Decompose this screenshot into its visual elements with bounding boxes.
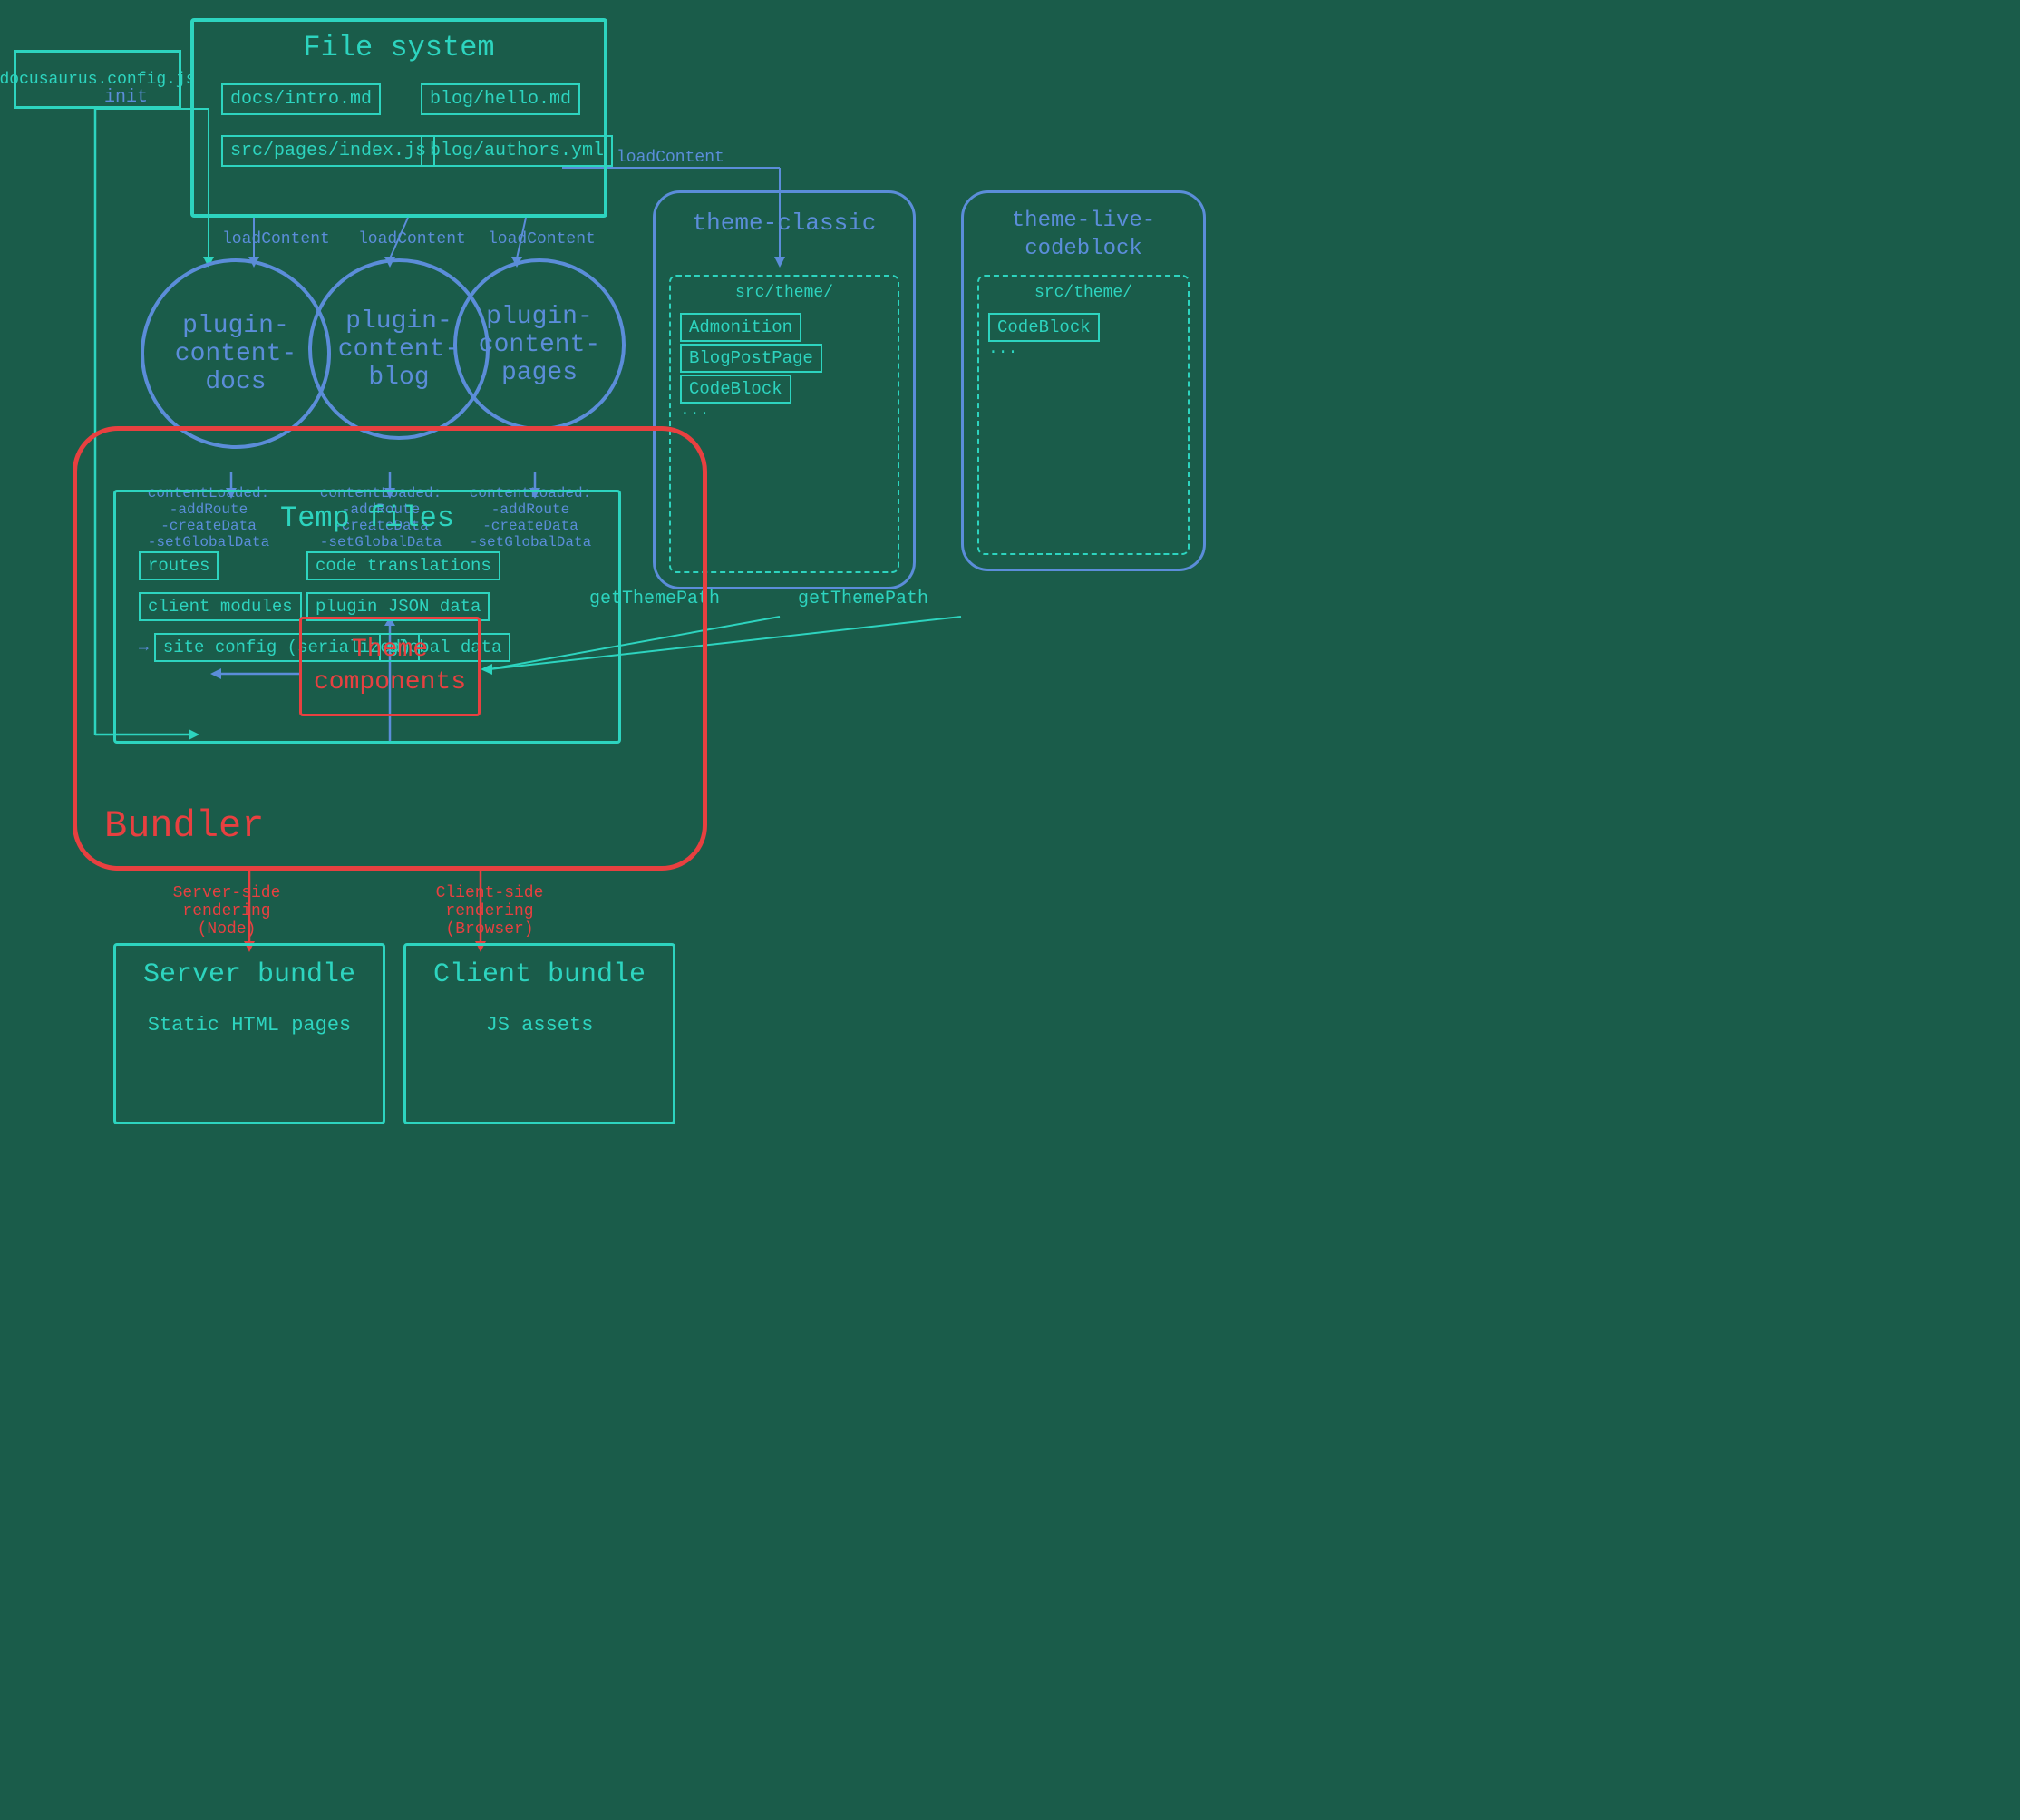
theme-classic-dots: ... — [680, 402, 709, 420]
theme-live-inner: src/theme/ CodeBlock ... — [977, 275, 1190, 555]
fs-item-docs: docs/intro.md — [221, 83, 381, 115]
theme-live-title: theme-live- codeblock — [964, 207, 1203, 263]
temp-routes: routes — [139, 551, 219, 580]
config-file-label: docusaurus.config.js — [0, 71, 196, 89]
bundler-label: Bundler — [104, 804, 264, 848]
theme-classic-src: src/theme/ — [671, 284, 898, 302]
fs-item-blog-hello: blog/hello.md — [421, 83, 580, 115]
theme-classic-blogpostpage: BlogPostPage — [680, 344, 822, 373]
svg-text:loadContent: loadContent — [617, 149, 724, 167]
server-render-label: Server-side rendering (Node) — [136, 884, 317, 939]
svg-text:getThemePath: getThemePath — [798, 589, 928, 609]
server-bundle-box: Server bundle Static HTML pages — [113, 943, 385, 1124]
theme-live-box: theme-live- codeblock src/theme/ CodeBlo… — [961, 190, 1206, 571]
theme-classic-admonition: Admonition — [680, 313, 801, 342]
server-bundle-subtitle: Static HTML pages — [116, 1014, 383, 1037]
temp-files-title: Temp files — [116, 501, 618, 535]
theme-components-label: Theme components — [314, 634, 466, 700]
fs-item-pages: src/pages/index.js — [221, 135, 435, 167]
config-file-box: docusaurus.config.js — [14, 50, 181, 109]
theme-classic-title: theme-classic — [656, 209, 913, 237]
diagram: init loadContent loadContent loadContent… — [0, 0, 2020, 1820]
theme-components-box: Theme components — [299, 617, 481, 716]
fs-item-blog-authors: blog/authors.yml — [421, 135, 613, 167]
svg-text:loadContent: loadContent — [222, 230, 330, 248]
client-bundle-subtitle: JS assets — [406, 1014, 673, 1037]
temp-code-translations: code translations — [306, 551, 500, 580]
client-bundle-box: Client bundle JS assets — [403, 943, 675, 1124]
plugin-content-docs: plugin- content- docs — [141, 258, 331, 449]
svg-text:loadContent: loadContent — [358, 230, 466, 248]
file-system-box: File system docs/intro.md blog/hello.md … — [190, 18, 607, 218]
plugin-pages-label: plugin- content- pages — [479, 303, 600, 387]
theme-classic-codeblock: CodeBlock — [680, 375, 791, 404]
file-system-title: File system — [194, 31, 604, 64]
plugin-blog-label: plugin- content- blog — [338, 307, 460, 392]
theme-live-codeblock: CodeBlock — [988, 313, 1100, 342]
temp-client-modules: client modules — [139, 592, 302, 621]
theme-live-dots: ... — [988, 340, 1017, 358]
plugin-docs-label: plugin- content- docs — [175, 312, 296, 396]
server-bundle-title: Server bundle — [116, 959, 383, 990]
theme-live-src: src/theme/ — [979, 284, 1188, 302]
svg-text:loadContent: loadContent — [488, 230, 596, 248]
plugin-content-pages: plugin- content- pages — [453, 258, 626, 431]
client-bundle-title: Client bundle — [406, 959, 673, 990]
client-render-label: Client-side rendering (Browser) — [399, 884, 580, 939]
